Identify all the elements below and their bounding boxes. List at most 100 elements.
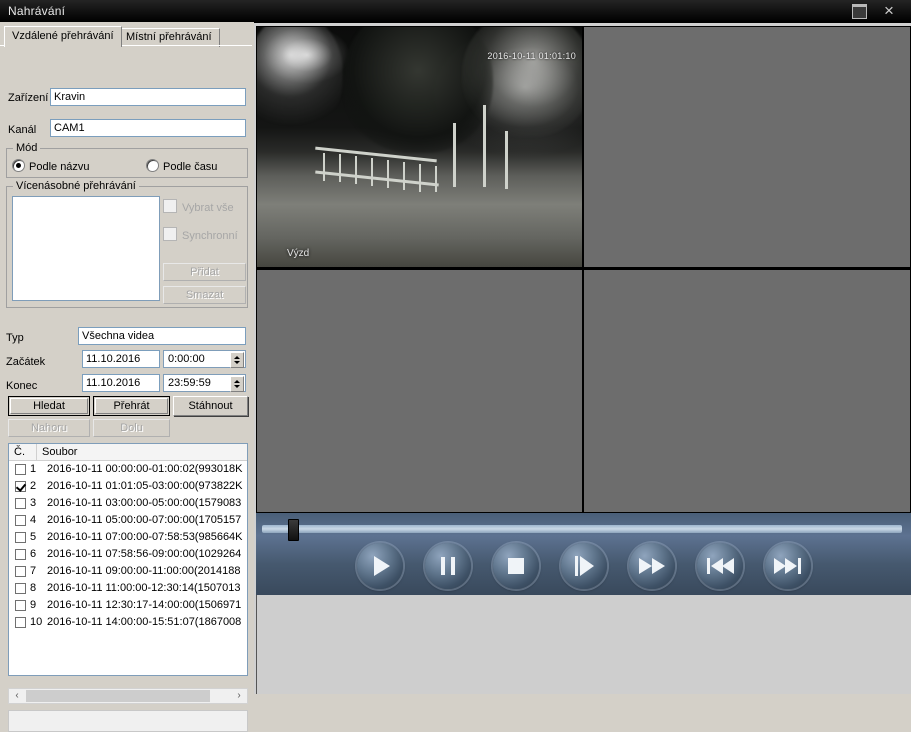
slow-play-control-button[interactable] [561, 543, 607, 589]
minimize-icon [851, 4, 867, 20]
start-time-field[interactable]: 0:00:00 [163, 350, 246, 368]
status-box [8, 710, 248, 732]
download-button[interactable]: Stáhnout [173, 396, 248, 416]
tab-remote-playback[interactable]: Vzdálené přehrávání [4, 26, 122, 47]
row-checkbox[interactable] [15, 464, 26, 475]
row-checkbox[interactable] [15, 583, 26, 594]
pause-icon [425, 543, 471, 589]
row-number: 5 [30, 531, 37, 543]
end-time-stepper[interactable] [230, 376, 244, 392]
row-filename: 2016-10-11 11:00:00-12:30:14(1507013 [47, 582, 241, 594]
radio-by-time[interactable]: Podle času [146, 159, 217, 173]
close-button[interactable]: × [876, 2, 902, 20]
bottom-blank-strip [256, 595, 911, 694]
play-button[interactable]: Přehrát [93, 396, 170, 416]
table-body: 1 2016-10-11 00:00:00-01:00:02(993018K 2 20… [9, 461, 247, 631]
left-control-panel: Vzdálené přehrávání Místní přehrávání Za… [0, 22, 254, 732]
recording-file-table[interactable]: Č. Soubor 1 2016-10-11 00:00:00-01:00:02(… [8, 443, 248, 676]
previous-icon [697, 543, 743, 589]
start-time-stepper[interactable] [230, 352, 244, 368]
video-cell-1[interactable]: 2016-10-11 01:01:10 Výzd [257, 27, 582, 267]
delete-button[interactable]: Smazat [163, 286, 246, 304]
video-cell-2[interactable] [584, 27, 910, 267]
table-row[interactable]: 8 2016-10-11 11:00:00-12:30:14(1507013 [9, 580, 247, 597]
multi-playback-group-label: Vícenásobné přehrávání [13, 180, 139, 192]
table-header: Č. Soubor [9, 444, 247, 461]
move-up-button[interactable]: Nahoru [8, 419, 90, 437]
end-date-picker[interactable]: 11.10.2016 [82, 374, 160, 392]
table-row[interactable]: 3 2016-10-11 03:00:00-05:00:00(1579083 [9, 495, 247, 512]
row-checkbox[interactable] [15, 617, 26, 628]
table-row[interactable]: 10 2016-10-11 14:00:00-15:51:07(1867008 [9, 614, 247, 631]
video-osd-timestamp: 2016-10-11 01:01:10 [487, 51, 576, 61]
row-number: 9 [30, 599, 37, 611]
row-checkbox[interactable] [15, 481, 26, 492]
row-filename: 2016-10-11 12:30:17-14:00:00(1506971 [47, 599, 242, 611]
mode-group-label: Mód [13, 142, 41, 154]
type-combo[interactable]: Všechna videa [78, 327, 246, 345]
table-row[interactable]: 6 2016-10-11 07:58:56-09:00:00(1029264 [9, 546, 247, 563]
video-stream-image: 2016-10-11 01:01:10 Výzd [257, 27, 582, 267]
move-down-button[interactable]: Dolu [93, 419, 170, 437]
stop-control-button[interactable] [493, 543, 539, 589]
table-row[interactable]: 4 2016-10-11 05:00:00-07:00:00(1705157 [9, 512, 247, 529]
play-control-button[interactable] [357, 543, 403, 589]
row-number: 3 [30, 497, 37, 509]
play-icon [374, 556, 390, 576]
row-number: 4 [30, 514, 37, 526]
add-button[interactable]: Přidat [163, 263, 246, 281]
row-checkbox[interactable] [15, 549, 26, 560]
row-checkbox[interactable] [15, 566, 26, 577]
row-checkbox[interactable] [15, 498, 26, 509]
multi-playback-list[interactable] [12, 196, 160, 301]
column-header-file[interactable]: Soubor [37, 444, 247, 460]
row-checkbox[interactable] [15, 515, 26, 526]
next-icon [765, 543, 811, 589]
scroll-left-arrow-icon[interactable]: ‹ [9, 689, 25, 703]
scrollbar-thumb[interactable] [26, 690, 210, 702]
slow-play-icon [561, 543, 607, 589]
table-row[interactable]: 2 2016-10-11 01:01:05-03:00:00(973822K [9, 478, 247, 495]
row-checkbox[interactable] [15, 600, 26, 611]
start-label: Začátek [6, 356, 46, 368]
fast-forward-control-button[interactable] [629, 543, 675, 589]
progress-slider-handle[interactable] [287, 519, 299, 541]
video-cell-3[interactable] [257, 270, 582, 512]
next-control-button[interactable] [765, 543, 811, 589]
row-number: 8 [30, 582, 37, 594]
radio-dot-icon [146, 159, 159, 172]
checkbox-icon [163, 227, 177, 241]
radio-by-name[interactable]: Podle názvu [12, 159, 90, 173]
pause-control-button[interactable] [425, 543, 471, 589]
start-date-picker[interactable]: 11.10.2016 [82, 350, 160, 368]
file-table-hscrollbar[interactable]: ‹ › [8, 688, 248, 704]
previous-control-button[interactable] [697, 543, 743, 589]
column-header-number[interactable]: Č. [9, 444, 37, 460]
checkbox-select-all[interactable]: Vybrat vše [163, 199, 234, 214]
channel-combo[interactable]: CAM1 [50, 119, 246, 137]
search-button[interactable]: Hledat [8, 396, 90, 416]
end-time-field[interactable]: 23:59:59 [163, 374, 246, 392]
scroll-right-arrow-icon[interactable]: › [231, 689, 247, 703]
table-row[interactable]: 1 2016-10-11 00:00:00-01:00:02(993018K [9, 461, 247, 478]
radio-by-name-label: Podle názvu [29, 161, 90, 173]
table-row[interactable]: 7 2016-10-11 09:00:00-11:00:00(2014188 [9, 563, 247, 580]
row-filename: 2016-10-11 09:00:00-11:00:00(2014188 [47, 565, 241, 577]
device-combo[interactable]: Kravin [50, 88, 246, 106]
checkbox-icon [163, 199, 177, 213]
minimize-button[interactable] [846, 2, 872, 20]
table-row[interactable]: 5 2016-10-11 07:00:00-07:58:53(985664K [9, 529, 247, 546]
checkbox-synchronous[interactable]: Synchronní [163, 227, 238, 242]
stop-icon [493, 543, 539, 589]
row-filename: 2016-10-11 05:00:00-07:00:00(1705157 [47, 514, 242, 526]
playback-progress-slider[interactable] [262, 519, 902, 541]
window-titlebar: Nahrávání × [0, 0, 911, 23]
row-checkbox[interactable] [15, 532, 26, 543]
table-row[interactable]: 9 2016-10-11 12:30:17-14:00:00(1506971 [9, 597, 247, 614]
type-label: Typ [6, 332, 24, 344]
row-filename: 2016-10-11 00:00:00-01:00:02(993018K [47, 463, 243, 475]
row-filename: 2016-10-11 03:00:00-05:00:00(1579083 [47, 497, 242, 509]
fast-forward-icon [629, 543, 675, 589]
synchronous-label: Synchronní [182, 230, 238, 242]
video-cell-4[interactable] [584, 270, 910, 512]
